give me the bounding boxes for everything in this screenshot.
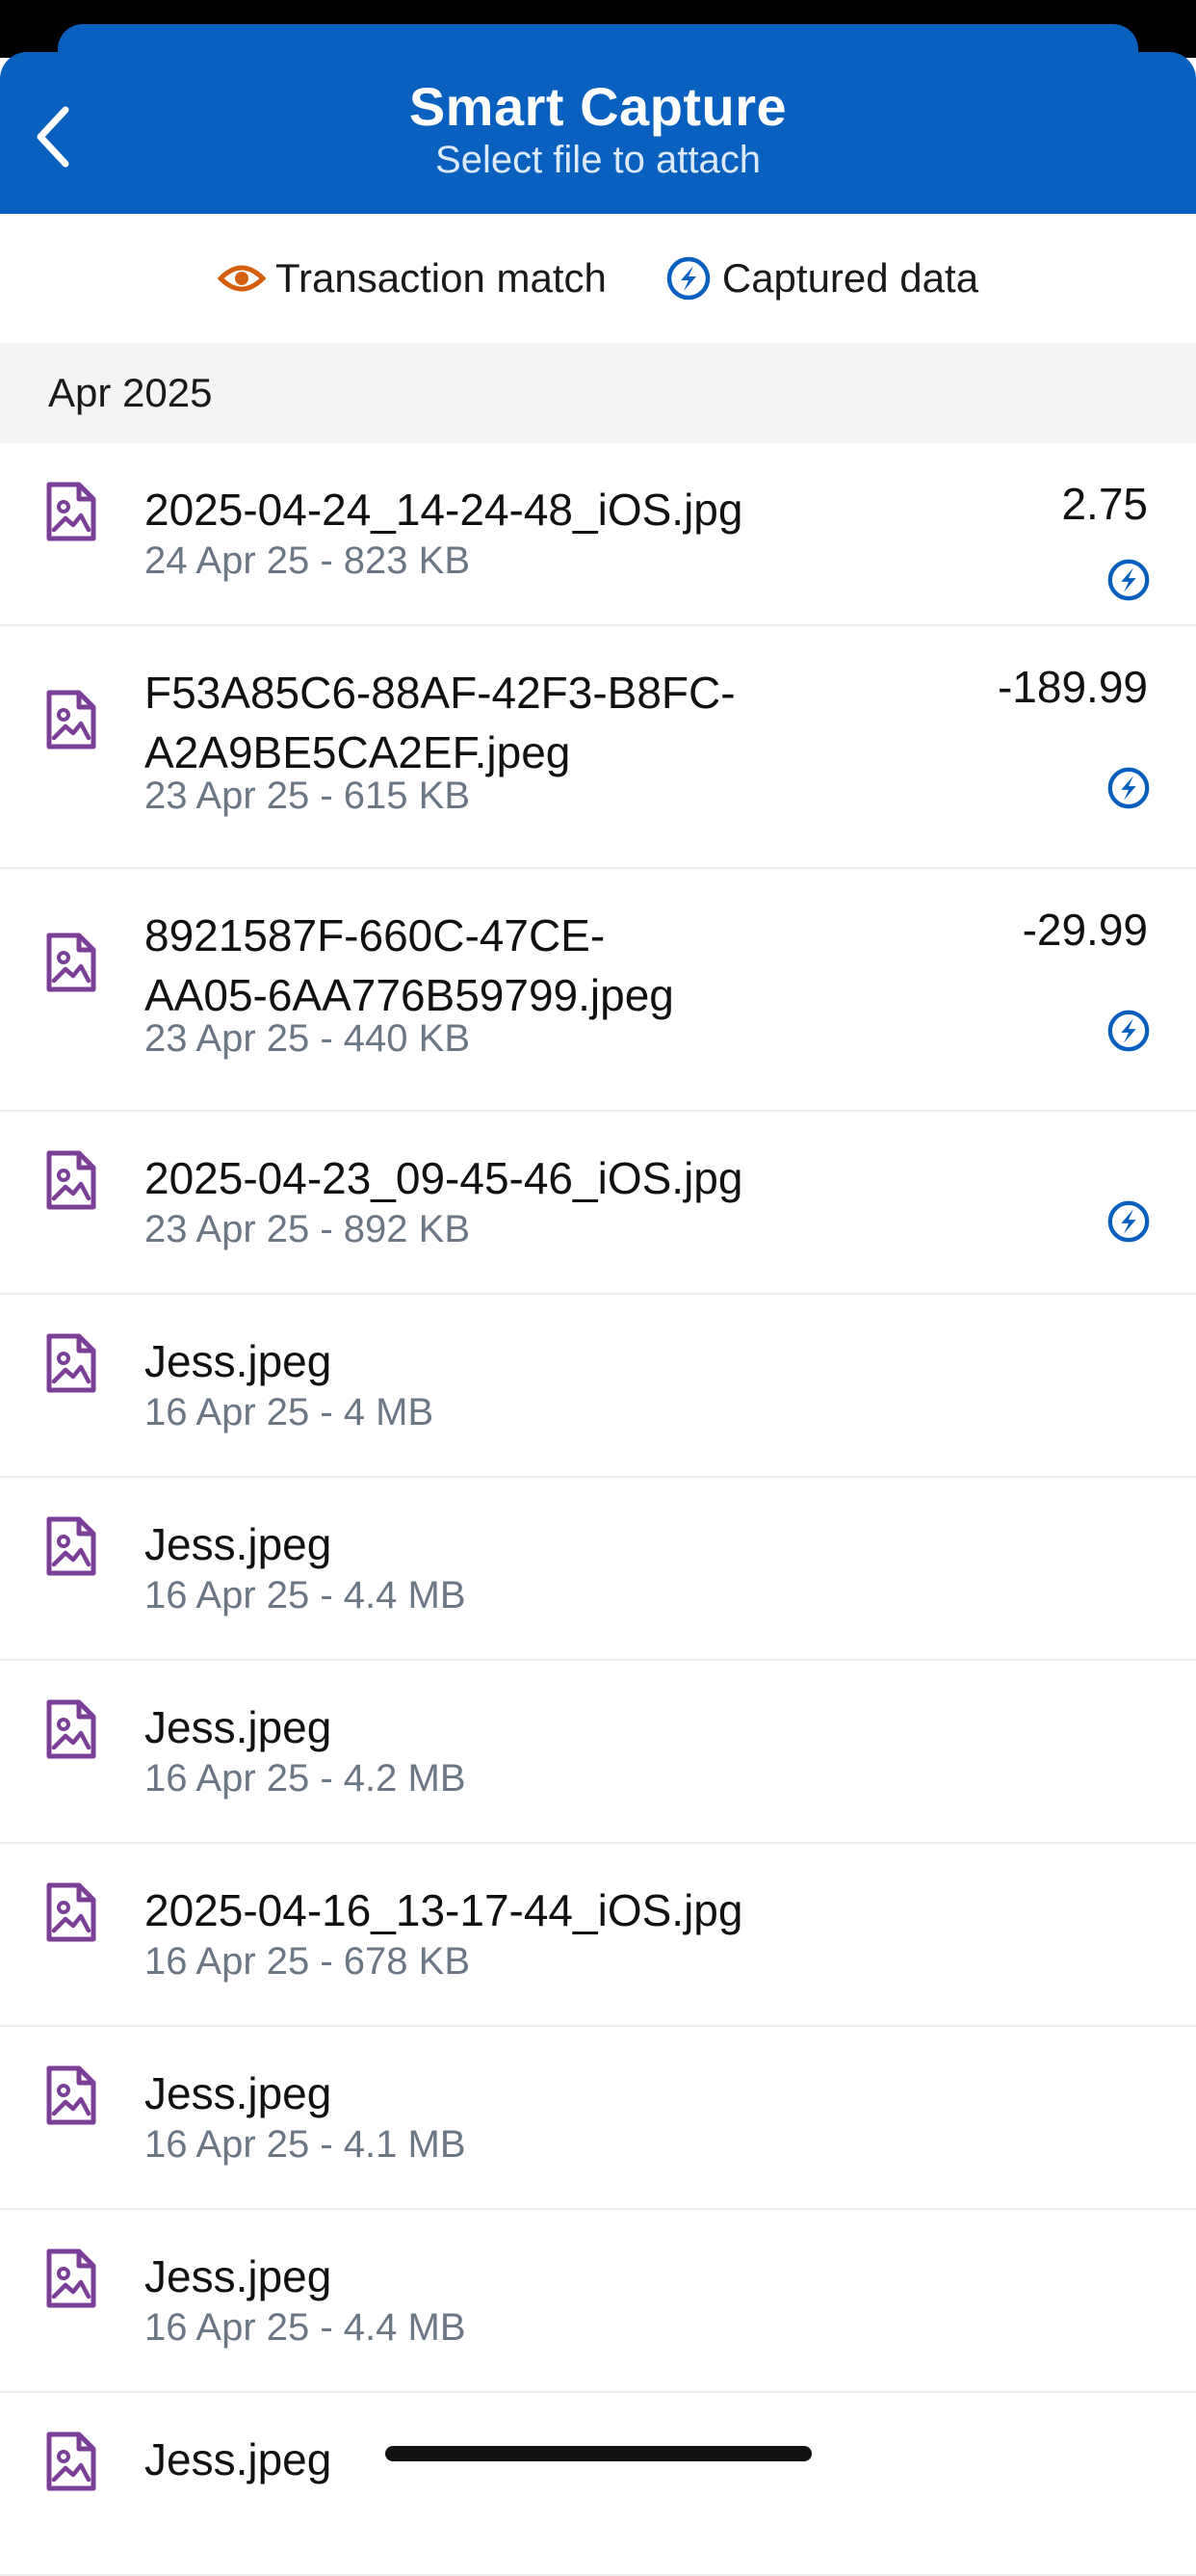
file-name: 2025-04-16_13-17-44_iOS.jpg (144, 1880, 973, 1940)
file-row[interactable]: 2025-04-16_13-17-44_iOS.jpg 16 Apr 25 - 6… (0, 1844, 1196, 2027)
legend: Transaction match Captured data (0, 214, 1196, 343)
file-name: F53A85C6-88AF-42F3-B8FC- A2A9BE5CA2EF.jpe… (144, 663, 973, 782)
file-name-line: Jess.jpeg (144, 1519, 332, 1569)
file-name: Jess.jpeg (144, 1697, 973, 1757)
file-name-line: Jess.jpeg (144, 1336, 332, 1386)
image-file-icon (44, 1331, 98, 1395)
file-meta: 16 Apr 25 - 4 MB (144, 1391, 434, 1433)
lightning-circle-icon (666, 256, 711, 301)
file-meta: 24 Apr 25 - 823 KB (144, 539, 471, 582)
image-file-icon (44, 1880, 98, 1944)
transaction-amount: -189.99 (997, 662, 1148, 712)
file-meta: 16 Apr 25 - 4.4 MB (144, 2306, 466, 2349)
image-file-icon (44, 931, 98, 994)
captured-data-icon (1105, 1008, 1152, 1054)
file-name-line: Jess.jpeg (144, 1702, 332, 1752)
transaction-amount: -29.99 (1022, 905, 1148, 955)
file-row[interactable]: 8921587F-660C-47CE- AA05-6AA776B59799.jpe… (0, 869, 1196, 1112)
home-indicator (385, 2446, 812, 2461)
image-file-icon (44, 1697, 98, 1761)
file-name-line: 8921587F-660C-47CE- (144, 910, 606, 960)
captured-data-icon (1105, 765, 1152, 811)
file-list: 2025-04-24_14-24-48_iOS.jpg 24 Apr 25 - 8… (0, 443, 1196, 2576)
image-file-icon (44, 2430, 98, 2493)
file-name: Jess.jpeg (144, 1331, 973, 1391)
file-name-line: 2025-04-23_09-45-46_iOS.jpg (144, 1153, 743, 1203)
transaction-amount: 2.75 (1061, 479, 1148, 529)
file-row[interactable]: Jess.jpeg (0, 2393, 1196, 2576)
file-row[interactable]: Jess.jpeg 16 Apr 25 - 4 MB (0, 1295, 1196, 1478)
file-name: 8921587F-660C-47CE- AA05-6AA776B59799.jpe… (144, 906, 973, 1025)
section-header: Apr 2025 (0, 343, 1196, 443)
file-meta: 23 Apr 25 - 892 KB (144, 1208, 471, 1250)
file-name: Jess.jpeg (144, 2247, 973, 2306)
file-name-line: 2025-04-24_14-24-48_iOS.jpg (144, 485, 743, 535)
file-name: 2025-04-24_14-24-48_iOS.jpg (144, 480, 973, 539)
image-file-icon (44, 2063, 98, 2127)
file-meta: 16 Apr 25 - 678 KB (144, 1940, 471, 1983)
file-meta: 16 Apr 25 - 4.4 MB (144, 1574, 466, 1617)
file-name: 2025-04-23_09-45-46_iOS.jpg (144, 1148, 973, 1208)
legend-captured-data-label: Captured data (721, 255, 979, 301)
image-file-icon (44, 688, 98, 751)
page-title: Smart Capture (408, 76, 788, 137)
legend-transaction-match: Transaction match (217, 255, 607, 302)
app-header: Smart Capture Select file to attach (0, 52, 1196, 214)
file-name-line: Jess.jpeg (144, 2251, 332, 2301)
file-meta: 16 Apr 25 - 4.1 MB (144, 2123, 466, 2166)
file-meta: 23 Apr 25 - 440 KB (144, 1017, 471, 1060)
image-file-icon (44, 1514, 98, 1578)
file-name-line: F53A85C6-88AF-42F3-B8FC- (144, 668, 736, 718)
file-name-line: Jess.jpeg (144, 2068, 332, 2118)
file-name-line: 2025-04-16_13-17-44_iOS.jpg (144, 1885, 743, 1935)
file-row[interactable]: F53A85C6-88AF-42F3-B8FC- A2A9BE5CA2EF.jpe… (0, 626, 1196, 869)
captured-data-icon (1105, 557, 1152, 603)
file-row[interactable]: Jess.jpeg 16 Apr 25 - 4.4 MB (0, 1478, 1196, 1661)
file-name: Jess.jpeg (144, 2063, 973, 2123)
legend-transaction-match-label: Transaction match (274, 255, 607, 301)
image-file-icon (44, 480, 98, 543)
file-meta: 16 Apr 25 - 4.2 MB (144, 1757, 466, 1800)
page-subtitle: Select file to attach (435, 139, 761, 181)
file-row[interactable]: 2025-04-24_14-24-48_iOS.jpg 24 Apr 25 - 8… (0, 443, 1196, 626)
file-name-line: A2A9BE5CA2EF.jpeg (144, 727, 571, 777)
captured-data-icon (1105, 1198, 1152, 1245)
file-meta: 23 Apr 25 - 615 KB (144, 775, 471, 817)
legend-captured-data: Captured data (664, 254, 978, 302)
file-name: Jess.jpeg (144, 1514, 973, 1574)
image-file-icon (44, 1148, 98, 1212)
file-row[interactable]: Jess.jpeg 16 Apr 25 - 4.1 MB (0, 2027, 1196, 2210)
eye-icon (217, 265, 266, 292)
file-name-line: AA05-6AA776B59799.jpeg (144, 970, 674, 1020)
file-row[interactable]: Jess.jpeg 16 Apr 25 - 4.2 MB (0, 1661, 1196, 1844)
file-row[interactable]: Jess.jpeg 16 Apr 25 - 4.4 MB (0, 2210, 1196, 2393)
file-row[interactable]: 2025-04-23_09-45-46_iOS.jpg 23 Apr 25 - 8… (0, 1112, 1196, 1295)
image-file-icon (44, 2247, 98, 2310)
